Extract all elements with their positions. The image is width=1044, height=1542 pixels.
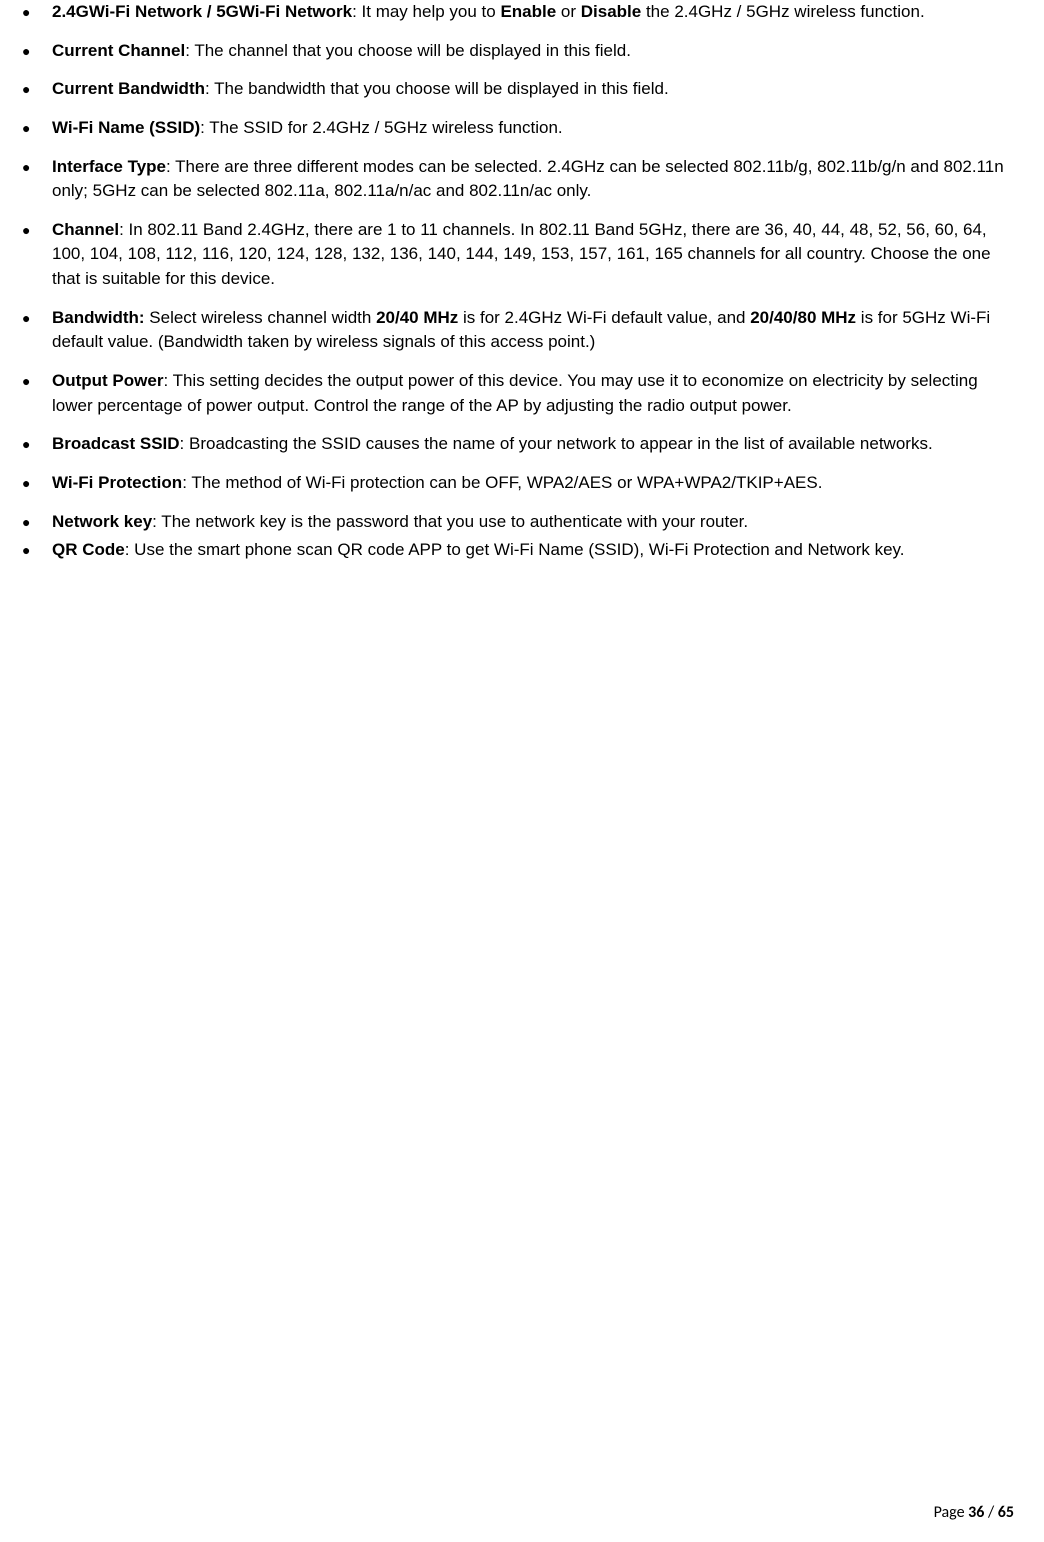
item-text: : The bandwidth that you choose will be … <box>205 79 669 98</box>
item-term: Interface Type <box>52 157 166 176</box>
list-item: Wi-Fi Protection: The method of Wi-Fi pr… <box>10 471 1014 496</box>
list-item: QR Code: Use the smart phone scan QR cod… <box>10 538 1014 563</box>
item-term: Output Power <box>52 371 163 390</box>
item-term: 2.4GWi-Fi Network / 5GWi-Fi Network <box>52 2 352 21</box>
item-text: : There are three different modes can be… <box>52 157 1004 201</box>
footer-sep: / <box>984 1503 997 1522</box>
item-text: : The network key is the password that y… <box>152 512 748 531</box>
item-term: Channel <box>52 220 119 239</box>
item-bold: 20/40/80 MHz <box>750 308 856 327</box>
item-term: Current Bandwidth <box>52 79 205 98</box>
item-term: Network key <box>52 512 152 531</box>
list-item: Interface Type: There are three differen… <box>10 155 1014 204</box>
document-body: 2.4GWi-Fi Network / 5GWi-Fi Network: It … <box>0 0 1044 563</box>
item-text: Select wireless channel width <box>145 308 377 327</box>
page-total: 65 <box>998 1503 1014 1522</box>
item-text: : Use the smart phone scan QR code APP t… <box>125 540 905 559</box>
list-item: Output Power: This setting decides the o… <box>10 369 1014 418</box>
item-text: : The SSID for 2.4GHz / 5GHz wireless fu… <box>200 118 563 137</box>
item-text: : It may help you to <box>352 2 500 21</box>
item-term: Wi-Fi Name (SSID) <box>52 118 200 137</box>
item-bold: Disable <box>581 2 641 21</box>
list-item: Current Channel: The channel that you ch… <box>10 39 1014 64</box>
item-text: : This setting decides the output power … <box>52 371 978 415</box>
footer-prefix: Page <box>934 1503 969 1522</box>
item-term: Wi-Fi Protection <box>52 473 182 492</box>
list-item: Network key: The network key is the pass… <box>10 510 1014 535</box>
list-item: Broadcast SSID: Broadcasting the SSID ca… <box>10 432 1014 457</box>
item-term: Current Channel <box>52 41 185 60</box>
item-text: : The channel that you choose will be di… <box>185 41 631 60</box>
item-term: Bandwidth: <box>52 308 145 327</box>
item-text: is for 2.4GHz Wi-Fi default value, and <box>458 308 750 327</box>
item-term: QR Code <box>52 540 125 559</box>
item-text: : The method of Wi-Fi protection can be … <box>182 473 822 492</box>
item-term: Broadcast SSID <box>52 434 180 453</box>
page-footer: Page 36 / 65 <box>934 1501 1014 1524</box>
item-text: the 2.4GHz / 5GHz wireless function. <box>641 2 924 21</box>
item-bold: 20/40 MHz <box>376 308 458 327</box>
page-current: 36 <box>968 1503 984 1522</box>
list-item: Channel: In 802.11 Band 2.4GHz, there ar… <box>10 218 1014 292</box>
list-item: Bandwidth: Select wireless channel width… <box>10 306 1014 355</box>
list-item: 2.4GWi-Fi Network / 5GWi-Fi Network: It … <box>10 0 1014 25</box>
list-item: Wi-Fi Name (SSID): The SSID for 2.4GHz /… <box>10 116 1014 141</box>
feature-list: 2.4GWi-Fi Network / 5GWi-Fi Network: It … <box>10 0 1014 563</box>
list-item: Current Bandwidth: The bandwidth that yo… <box>10 77 1014 102</box>
item-text: : Broadcasting the SSID causes the name … <box>180 434 933 453</box>
item-text: : In 802.11 Band 2.4GHz, there are 1 to … <box>52 220 991 288</box>
item-bold: Enable <box>500 2 556 21</box>
item-text: or <box>556 2 581 21</box>
